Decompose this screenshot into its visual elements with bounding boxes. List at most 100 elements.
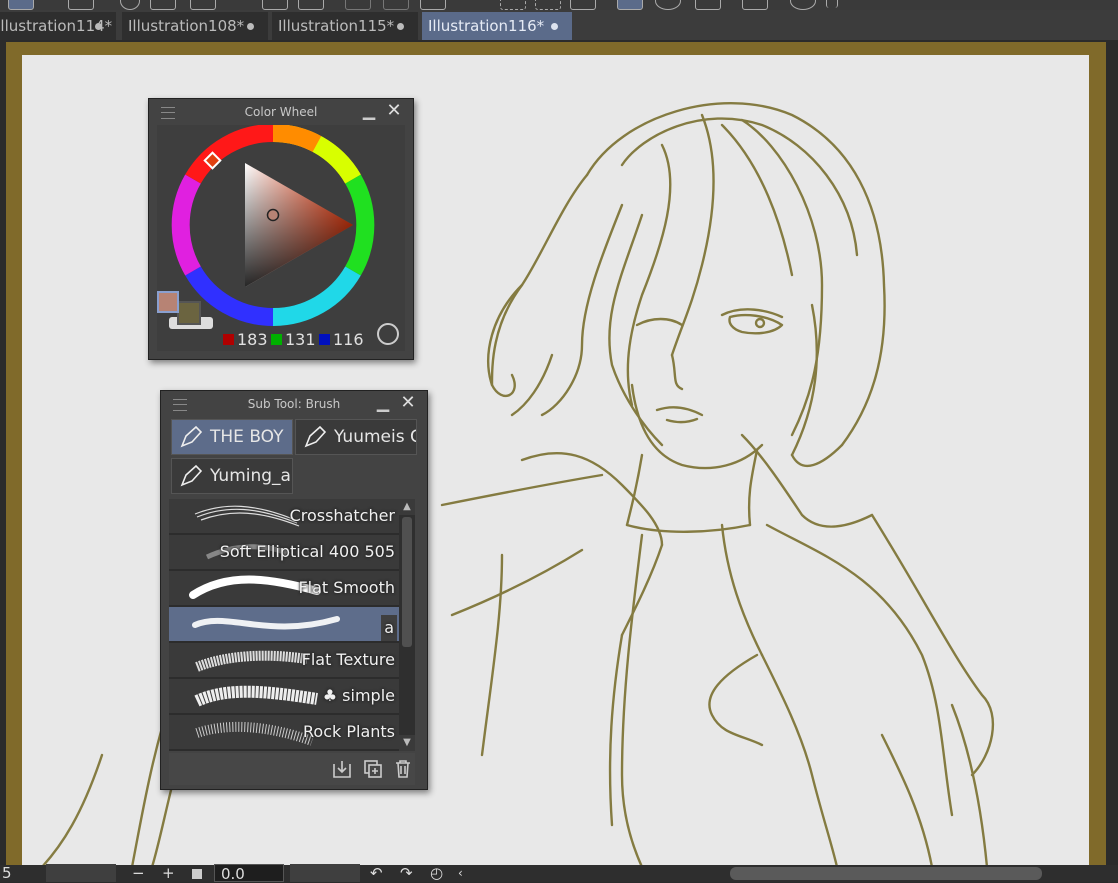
color-mixing-icon[interactable]	[742, 0, 768, 10]
horizontal-scrollbar-thumb[interactable]	[730, 867, 1042, 880]
close-icon[interactable]: ✕	[385, 102, 403, 120]
open-icon[interactable]	[150, 0, 176, 10]
zoom-in-button[interactable]: +	[162, 864, 175, 882]
blue-channel-icon	[319, 334, 330, 345]
scroll-thumb[interactable]	[402, 517, 412, 647]
invert-selection-icon[interactable]	[535, 0, 561, 10]
brush-list-scrollbar[interactable]: ▲ ▼	[399, 499, 415, 751]
zoom-out-button[interactable]: −	[132, 864, 145, 882]
selection-tool-icon[interactable]	[8, 0, 34, 10]
brush-name: a	[381, 615, 397, 641]
tab-label: Illustration115*	[278, 17, 395, 35]
brush-size-value[interactable]: 5	[2, 864, 12, 882]
sub-color-swatch[interactable]	[177, 301, 201, 325]
rotation-slider[interactable]	[290, 864, 360, 882]
snap-special-ruler-icon[interactable]	[655, 0, 681, 10]
navigator-slider[interactable]	[46, 864, 116, 882]
panel-grip-icon[interactable]	[161, 107, 175, 119]
color-wheel-header[interactable]: Color Wheel ▁ ✕	[149, 99, 413, 125]
green-value[interactable]: 131	[285, 330, 316, 349]
brush-group-label: Yuming_a	[210, 466, 291, 486]
tab-illustration115[interactable]: Illustration115*	[272, 12, 418, 40]
close-icon[interactable]: ✕	[399, 394, 417, 412]
green-channel-icon	[271, 334, 282, 345]
color-wheel-panel: Color Wheel ▁ ✕ 183 131 116	[148, 98, 414, 360]
brush-name: Crosshatcher	[289, 506, 395, 525]
scroll-left-icon[interactable]: ‹	[458, 864, 463, 882]
unsaved-dot-icon[interactable]	[551, 23, 558, 30]
subtool-brush-header[interactable]: Sub Tool: Brush ▁ ✕	[161, 391, 427, 417]
panel-grip-icon[interactable]	[173, 399, 187, 411]
scroll-up-icon[interactable]: ▲	[399, 499, 415, 515]
rotate-right-icon[interactable]: ↷	[400, 864, 413, 882]
pen-nib-icon	[304, 425, 327, 448]
brush-group-label: Yuumeis C	[334, 427, 417, 447]
brush-item-a[interactable]: a	[169, 607, 399, 643]
brush-group-yuumeis[interactable]: Yuumeis C	[295, 419, 417, 455]
undo-icon[interactable]	[262, 0, 288, 10]
brush-group-label: THE BOY	[210, 427, 284, 447]
import-brush-icon[interactable]	[331, 758, 353, 780]
reset-rotation-icon[interactable]: ◴	[430, 864, 443, 882]
brush-name: Soft Elliptical 400 505	[219, 542, 395, 561]
brush-name: Flat Texture	[301, 650, 395, 669]
clear-icon[interactable]	[345, 0, 371, 10]
red-value[interactable]: 183	[237, 330, 268, 349]
main-toolbar	[0, 0, 1118, 10]
rotate-left-icon[interactable]: ↶	[370, 864, 383, 882]
brush-list: Crosshatcher Soft Elliptical 400 505 Fla…	[169, 499, 399, 751]
new-canvas-icon[interactable]	[68, 0, 94, 10]
blue-value[interactable]: 116	[333, 330, 364, 349]
tab-illustration108[interactable]: Illustration108*	[122, 12, 268, 40]
tab-label: Illustration116*	[428, 17, 545, 35]
unsaved-dot-icon[interactable]	[247, 23, 254, 30]
red-channel-icon	[223, 334, 234, 345]
unsaved-dot-icon[interactable]	[397, 23, 404, 30]
snap-ruler-icon[interactable]	[617, 0, 643, 10]
scroll-down-icon[interactable]: ▼	[399, 735, 415, 751]
redo-icon[interactable]	[298, 0, 324, 10]
color-space-toggle-icon[interactable]	[377, 323, 399, 345]
document-tabs: Illustration114* Illustration108* Illust…	[0, 10, 1118, 40]
panel-title: Color Wheel	[244, 105, 318, 119]
tab-illustration116[interactable]: Illustration116*	[422, 12, 572, 40]
brush-name: Flat Smooth	[298, 578, 395, 597]
minimize-icon[interactable]: ▁	[375, 395, 391, 411]
brush-group-the-boy[interactable]: THE BOY	[171, 419, 293, 455]
brush-item-rock-plants[interactable]: Rock Plants	[169, 715, 399, 751]
transform-icon[interactable]	[420, 0, 446, 10]
brush-item-soft-elliptical[interactable]: Soft Elliptical 400 505	[169, 535, 399, 571]
deselect-icon[interactable]	[500, 0, 526, 10]
brush-stroke-preview	[192, 616, 340, 630]
brush-group-yuming[interactable]: Yuming_a	[171, 458, 293, 494]
snap-grid-icon[interactable]	[695, 0, 721, 10]
brush-stroke-preview	[194, 685, 318, 707]
brush-panel-footer	[169, 753, 415, 785]
tab-illustration114[interactable]: Illustration114*	[0, 12, 116, 40]
pen-nib-icon	[180, 425, 203, 448]
panel-title: Sub Tool: Brush	[247, 397, 341, 411]
delete-brush-icon[interactable]	[392, 758, 414, 780]
fill-icon[interactable]	[383, 0, 409, 10]
tab-label: Illustration108*	[128, 17, 245, 35]
subtool-brush-panel: Sub Tool: Brush ▁ ✕ THE BOY Yuumeis C Yu…	[160, 390, 428, 790]
brush-item-simple[interactable]: ♣ simple	[169, 679, 399, 715]
minimize-icon[interactable]: ▁	[361, 103, 377, 119]
more-icon[interactable]	[826, 0, 838, 8]
chat-icon[interactable]	[790, 0, 816, 10]
fit-screen-icon[interactable]	[192, 869, 202, 879]
crop-icon[interactable]	[570, 0, 596, 10]
unsaved-dot-icon[interactable]	[95, 23, 102, 30]
add-icon[interactable]	[120, 0, 140, 10]
brush-item-crosshatcher[interactable]: Crosshatcher	[169, 499, 399, 535]
save-icon[interactable]	[190, 0, 216, 10]
brush-item-flat-smooth[interactable]: Flat Smooth	[169, 571, 399, 607]
duplicate-brush-icon[interactable]	[362, 758, 384, 780]
pen-nib-icon	[180, 464, 203, 487]
main-color-swatch[interactable]	[157, 291, 179, 313]
color-picker-cursor	[266, 208, 280, 222]
brush-name: ♣ simple	[322, 686, 395, 705]
rotation-input[interactable]: 0.0	[214, 864, 284, 883]
brush-name: Rock Plants	[303, 722, 395, 741]
brush-item-flat-texture[interactable]: Flat Texture	[169, 643, 399, 679]
